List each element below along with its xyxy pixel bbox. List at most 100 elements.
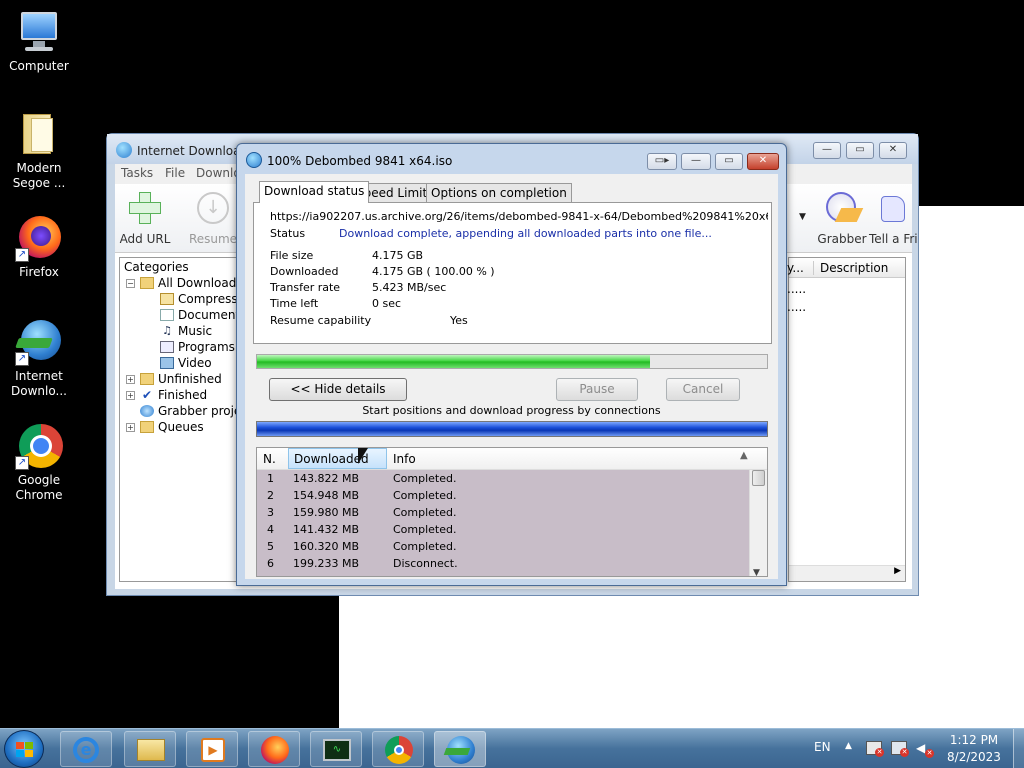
connections-caption: Start positions and download progress by… (362, 404, 661, 417)
tree-label: Finished (158, 388, 208, 402)
categories-panel: Categories − All Downloads Compresse Doc… (119, 257, 237, 582)
tell-a-friend-button[interactable]: Tell a Fri (869, 190, 919, 246)
main-minimize-button[interactable]: — (813, 142, 841, 159)
table-row[interactable]: 4 141.432 MB Completed. (257, 521, 749, 538)
tree-all-downloads[interactable]: All Downloads (140, 276, 236, 290)
cell-downloaded: 159.980 MB (293, 506, 360, 519)
clock-time[interactable]: 1:12 PM (944, 733, 1004, 747)
column-header-number[interactable]: N. (263, 452, 276, 466)
language-indicator[interactable]: EN (814, 740, 831, 754)
start-button[interactable] (4, 730, 44, 768)
dialog-title: 100% Debombed 9841 x64.iso (267, 154, 453, 168)
cell-downloaded: 160.320 MB (293, 540, 360, 553)
tree-unfinished[interactable]: Unfinished (140, 372, 222, 386)
tree-compressed[interactable]: Compresse (160, 292, 236, 306)
download-url: https://ia902207.us.archive.org/26/items… (270, 210, 768, 223)
desktop-icon-label: Google (17, 473, 61, 487)
collapse-all-downloads-icon[interactable]: − (126, 279, 135, 288)
scrollbar-thumb[interactable] (752, 470, 765, 486)
clock-date[interactable]: 8/2/2023 (944, 750, 1004, 764)
action-center-flag-icon[interactable]: ✕ (866, 741, 884, 757)
status-label: Status (270, 227, 306, 240)
toolbar-dropdown-arrow-icon[interactable]: ▼ (799, 212, 806, 222)
desktop-icon-label: Internet (15, 369, 63, 383)
tab-download-status[interactable]: Download status (259, 181, 370, 203)
pause-button[interactable]: Pause (556, 378, 638, 401)
desktop-icon-label: Firefox (19, 265, 59, 279)
main-maximize-button[interactable]: ▭ (846, 142, 874, 159)
firefox-icon (261, 736, 289, 764)
download-status-panel: https://ia902207.us.archive.org/26/items… (253, 202, 772, 344)
time-left-label: Time left (270, 297, 319, 310)
download-progress-dialog[interactable]: 100% Debombed 9841 x64.iso ▭▸ — ▭ ✕ Down… (236, 143, 787, 586)
network-icon[interactable]: ✕ (891, 741, 909, 757)
resume-label: Resume (188, 232, 238, 246)
table-row[interactable]: 5 160.320 MB Completed. (257, 538, 749, 555)
table-row[interactable]: 1 143.822 MB Completed. (257, 470, 749, 487)
horizontal-scrollbar[interactable]: ▶ (789, 565, 905, 581)
taskbar-internet-explorer[interactable]: e (60, 731, 112, 767)
scroll-up-arrow-icon[interactable]: ▲ (740, 450, 748, 461)
dialog-extra-button[interactable]: ▭▸ (647, 153, 677, 170)
desktop-icon-idm[interactable]: ↗ Internet Downlo... (1, 318, 77, 399)
column-header-description[interactable]: Description (813, 261, 888, 275)
file-size-label: File size (270, 249, 314, 262)
taskbar-media-player[interactable]: ▶ (186, 731, 238, 767)
tree-queues[interactable]: Queues (140, 420, 204, 434)
show-desktop-button[interactable] (1013, 729, 1024, 768)
chrome-icon: ↗ (15, 422, 63, 470)
tree-video[interactable]: Video (160, 356, 212, 370)
list-item[interactable]: ..... (787, 300, 806, 314)
connections-rows: 1 143.822 MB Completed. 2 154.948 MB Complete… (257, 470, 749, 576)
tree-documents[interactable]: Documents (160, 308, 236, 322)
scroll-down-arrow-icon[interactable]: ▼ (753, 568, 760, 576)
expand-finished-icon[interactable]: + (126, 391, 135, 400)
internet-explorer-icon: e (73, 737, 99, 763)
tree-programs[interactable]: Programs (160, 340, 235, 354)
add-url-button[interactable]: Add URL (115, 190, 175, 246)
taskbar-chrome[interactable] (372, 731, 424, 767)
dialog-close-button[interactable]: ✕ (747, 153, 779, 170)
column-header-partial[interactable]: y... (787, 261, 804, 275)
connections-table: N. Downloaded Info ▲ 1 143.822 MB Complete… (256, 447, 768, 577)
resume-button[interactable]: ↓ Resume (183, 190, 243, 246)
hide-details-button[interactable]: << Hide details (269, 378, 407, 401)
dialog-minimize-button[interactable]: — (681, 153, 711, 170)
menu-file[interactable]: File (165, 166, 185, 180)
video-icon (160, 357, 174, 369)
taskbar-internet-download-manager[interactable] (434, 731, 486, 767)
desktop-icon-computer[interactable]: Computer (1, 8, 77, 74)
table-row[interactable]: 2 154.948 MB Completed. (257, 487, 749, 504)
taskbar-file-explorer[interactable] (124, 731, 176, 767)
show-hidden-icons-arrow-icon[interactable]: ▲ (845, 741, 852, 751)
table-row[interactable]: 3 159.980 MB Completed. (257, 504, 749, 521)
grabber-icon (824, 190, 864, 226)
taskbar-task-manager[interactable]: ∿ (310, 731, 362, 767)
menu-tasks[interactable]: Tasks (121, 166, 153, 180)
tree-finished[interactable]: ✔ Finished (140, 388, 207, 402)
cell-downloaded: 143.822 MB (293, 472, 360, 485)
expand-queues-icon[interactable]: + (126, 423, 135, 432)
volume-muted-icon[interactable]: ◀ ✕ (916, 741, 934, 758)
cancel-button[interactable]: Cancel (666, 378, 740, 401)
desktop-icon-modern-segoe[interactable]: Modern Segoe ... (1, 110, 77, 191)
taskbar-firefox[interactable] (248, 731, 300, 767)
grabber-button[interactable]: Grabber (812, 190, 872, 246)
table-row[interactable]: 6 199.233 MB Disconnect. (257, 555, 749, 572)
dialog-maximize-button[interactable]: ▭ (715, 153, 743, 170)
main-window-title: Internet Download (137, 144, 249, 158)
desktop-icon-chrome[interactable]: ↗ Google Chrome (1, 422, 77, 503)
tree-music[interactable]: ♫ Music (160, 324, 212, 338)
column-header-info[interactable]: Info (393, 452, 416, 466)
menu-downloads[interactable]: Downlo (196, 166, 241, 180)
connections-vertical-scrollbar[interactable]: ▼ (749, 470, 767, 576)
list-item[interactable]: ..... (787, 282, 806, 296)
downloaded-label: Downloaded (270, 265, 339, 278)
desktop-icon-firefox[interactable]: ↗ Firefox (1, 214, 77, 280)
main-close-button[interactable]: ✕ (879, 142, 907, 159)
tab-options-on-completion[interactable]: Options on completion (426, 183, 572, 203)
column-header-downloaded[interactable]: Downloaded (288, 448, 387, 469)
tree-grabber-projects[interactable]: Grabber projec (140, 404, 236, 418)
expand-unfinished-icon[interactable]: + (126, 375, 135, 384)
scroll-right-arrow-icon[interactable]: ▶ (894, 566, 901, 576)
